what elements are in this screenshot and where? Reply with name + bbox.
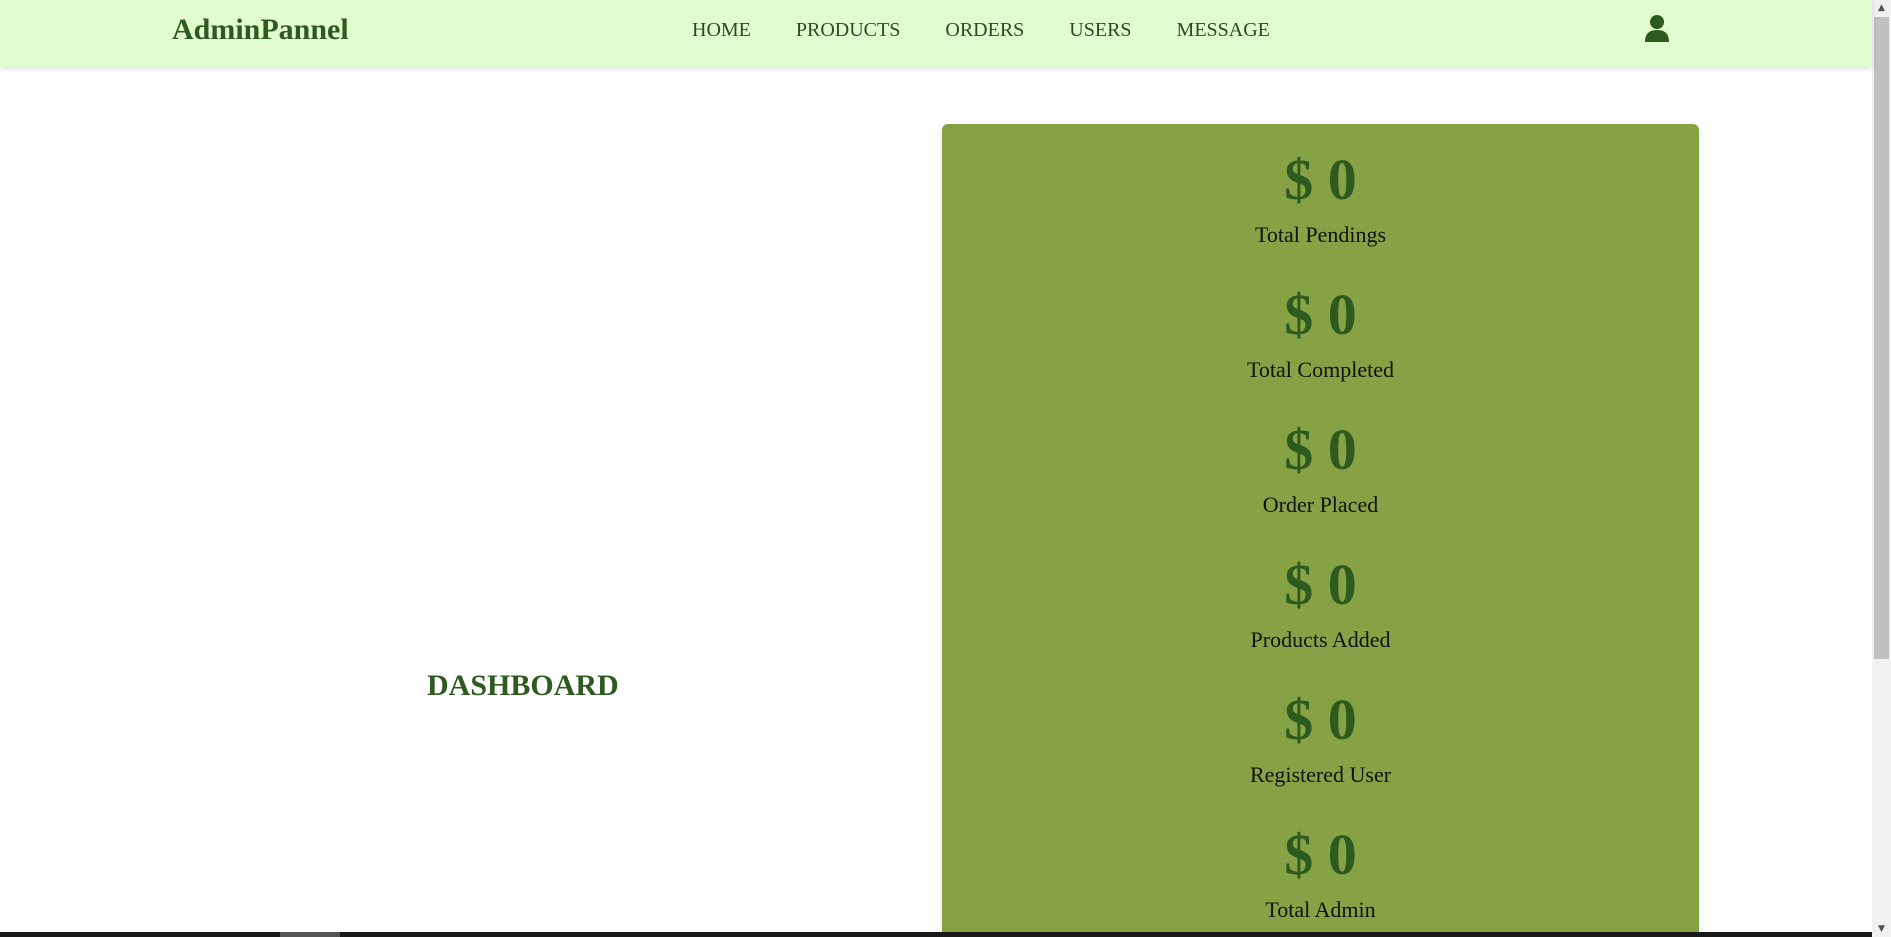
stat-label: Total Admin: [1265, 897, 1376, 922]
nav-products[interactable]: PRODUCTS: [796, 18, 900, 42]
stat-value: $ 0: [1284, 417, 1357, 482]
stat-value: $ 0: [1284, 822, 1357, 887]
page-title: DASHBOARD: [427, 669, 619, 702]
stat-label: Total Completed: [1247, 357, 1394, 382]
nav-users[interactable]: USERS: [1069, 18, 1131, 42]
stat-label: Total Pendings: [1254, 222, 1387, 247]
nav-home[interactable]: HOME: [692, 18, 751, 42]
scroll-up-arrow-icon[interactable]: ▲: [1872, 0, 1891, 16]
user-icon-graphic: [1645, 15, 1669, 42]
stat-total-completed: $ 0 Total Completed: [942, 283, 1699, 383]
stat-registered-user: $ 0 Registered User: [942, 688, 1699, 788]
stat-label: Order Placed: [1262, 492, 1379, 517]
vertical-scrollbar[interactable]: ▲ ▼: [1872, 0, 1891, 937]
scroll-down-arrow-icon[interactable]: ▼: [1872, 921, 1891, 937]
stat-label: Registered User: [1249, 762, 1392, 787]
bottom-edge-tab: [280, 932, 340, 937]
stat-total-pendings: $ 0 Total Pendings: [942, 148, 1699, 248]
stat-products-added: $ 0 Products Added: [942, 553, 1699, 653]
stat-order-placed: $ 0 Order Placed: [942, 418, 1699, 518]
scrollbar-thumb[interactable]: [1874, 17, 1889, 659]
stats-card: $ 0 Total Pendings $ 0 Total Completed $…: [942, 124, 1699, 937]
stat-value: $ 0: [1284, 282, 1357, 347]
stat-value: $ 0: [1284, 147, 1357, 212]
stat-total-admin: $ 0 Total Admin: [942, 823, 1699, 923]
stat-value: $ 0: [1284, 552, 1357, 617]
top-navbar: AdminPannel HOME PRODUCTS ORDERS USERS M…: [0, 0, 1872, 67]
user-icon[interactable]: [1644, 14, 1670, 44]
nav-message[interactable]: MESSAGE: [1177, 18, 1270, 42]
stat-value: $ 0: [1284, 687, 1357, 752]
main-nav: HOME PRODUCTS ORDERS USERS MESSAGE: [692, 18, 1315, 42]
brand-logo[interactable]: AdminPannel: [172, 12, 349, 48]
nav-orders[interactable]: ORDERS: [945, 18, 1024, 42]
page: AdminPannel HOME PRODUCTS ORDERS USERS M…: [0, 0, 1891, 937]
stat-label: Products Added: [1250, 627, 1391, 652]
